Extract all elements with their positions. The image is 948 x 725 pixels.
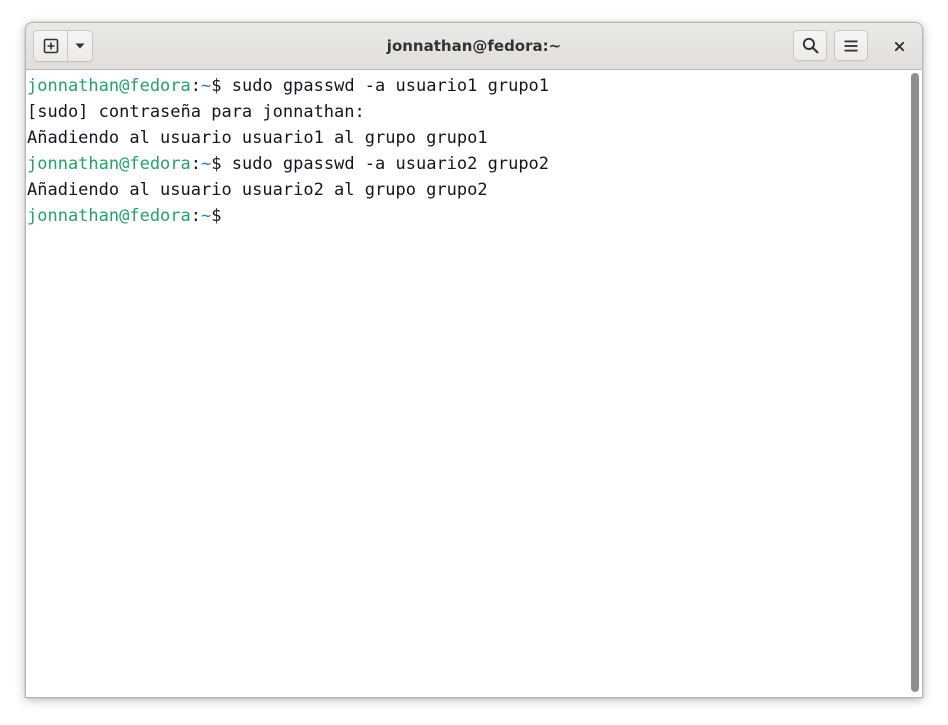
prompt-symbol: $ xyxy=(211,154,222,174)
search-icon xyxy=(802,37,818,54)
search-button[interactable] xyxy=(793,30,827,61)
prompt-symbol: $ xyxy=(211,76,222,96)
prompt-path: ~ xyxy=(201,76,212,96)
prompt-separator: : xyxy=(190,206,202,226)
terminal-line-prompt: jonnathan@fedora:~$ xyxy=(27,203,908,229)
prompt-user-host: jonnathan@fedora xyxy=(27,154,191,174)
terminal-line-output: Añadiendo al usuario usuario2 al grupo g… xyxy=(27,180,488,200)
terminal-line-prompt: jonnathan@fedora:~$ sudo gpasswd -a usua… xyxy=(27,73,908,99)
terminal-line-output: [sudo] contraseña para jonnathan: xyxy=(27,102,365,122)
vertical-scrollbar[interactable] xyxy=(908,70,922,697)
command-text: sudo gpasswd -a usuario2 grupo2 xyxy=(221,154,550,174)
command-text: sudo gpasswd -a usuario1 grupo1 xyxy=(221,76,550,96)
terminal-line-output: Añadiendo al usuario usuario1 al grupo g… xyxy=(27,128,488,148)
new-tab-button[interactable] xyxy=(34,31,67,61)
new-tab-button-group xyxy=(33,30,93,62)
prompt-user-host: jonnathan@fedora xyxy=(27,76,191,96)
tab-options-dropdown-button[interactable] xyxy=(67,31,92,61)
chevron-down-icon xyxy=(75,43,85,49)
header-bar: jonnathan@fedora:~ xyxy=(26,23,922,70)
hamburger-menu-icon xyxy=(844,40,858,51)
main-menu-button[interactable] xyxy=(834,30,868,61)
close-window-button[interactable] xyxy=(887,31,911,61)
window-title: jonnathan@fedora:~ xyxy=(386,37,562,55)
prompt-path: ~ xyxy=(201,154,212,174)
prompt-path: ~ xyxy=(201,206,212,226)
plus-square-icon xyxy=(43,38,58,54)
close-icon xyxy=(894,41,904,51)
scrollbar-thumb[interactable] xyxy=(911,73,919,692)
prompt-separator: : xyxy=(190,76,202,96)
terminal-line-prompt: jonnathan@fedora:~$ sudo gpasswd -a usua… xyxy=(27,151,908,177)
prompt-user-host: jonnathan@fedora xyxy=(27,206,191,226)
prompt-separator: : xyxy=(190,154,202,174)
terminal-window: jonnathan@fedora:~ jonnathan@fedora:~$ s… xyxy=(25,22,923,698)
prompt-symbol: $ xyxy=(211,206,222,226)
terminal-output-area[interactable]: jonnathan@fedora:~$ sudo gpasswd -a usua… xyxy=(26,70,908,697)
